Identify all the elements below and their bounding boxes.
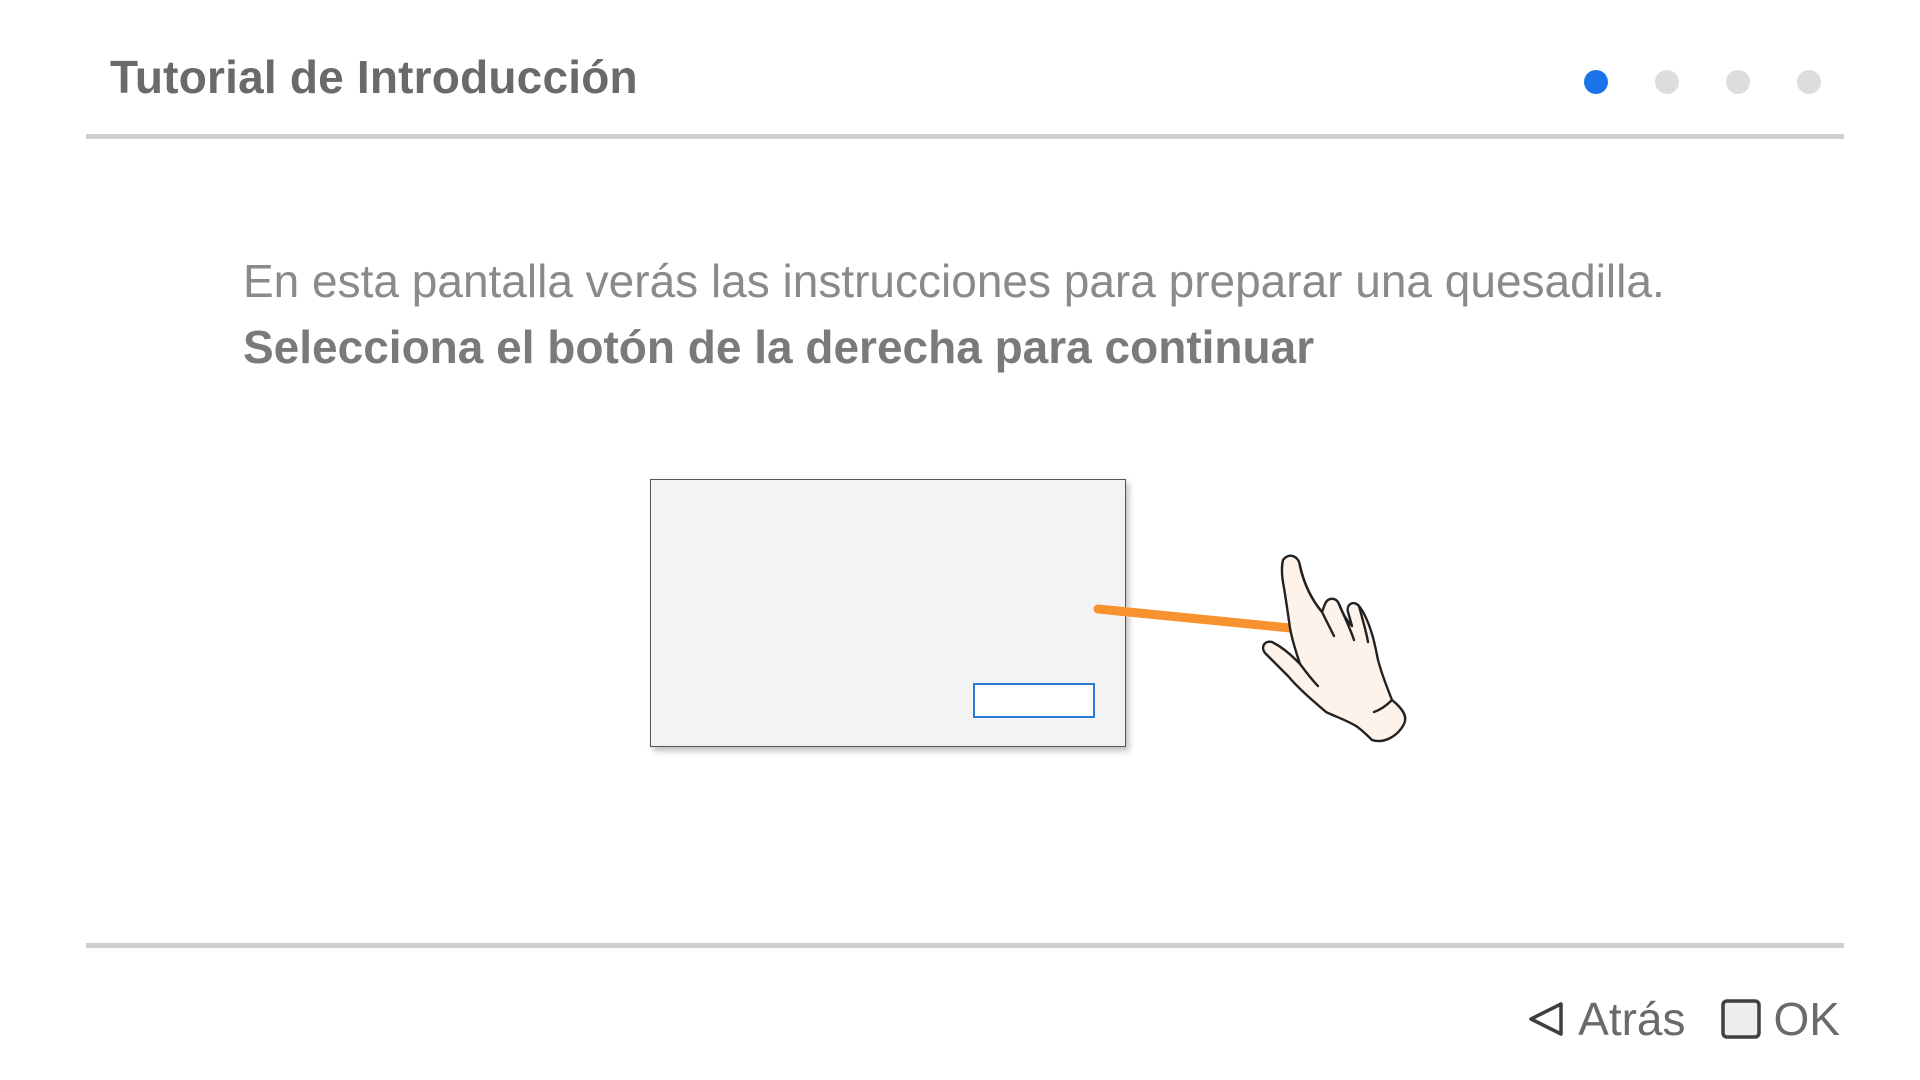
back-button[interactable]: Atrás <box>1526 992 1686 1046</box>
header-divider <box>86 134 1844 139</box>
step-indicator <box>1584 70 1821 94</box>
page-title: Tutorial de Introducción <box>110 51 638 103</box>
step-dot-3 <box>1726 70 1750 94</box>
footer-controls: Atrás OK <box>1526 992 1840 1046</box>
illustration-screen <box>650 479 1126 747</box>
instruction-emphasis: Selecciona el botón de la derecha para c… <box>243 321 1315 373</box>
instruction-text: En esta pantalla verás las instrucciones… <box>243 255 1665 307</box>
ok-button[interactable]: OK <box>1720 992 1840 1046</box>
step-dot-1 <box>1584 70 1608 94</box>
hand-pointer-icon <box>1261 554 1407 743</box>
ok-button-label: OK <box>1773 993 1840 1045</box>
instructions: En esta pantalla verás las instrucciones… <box>243 248 1743 380</box>
tutorial-page: Tutorial de Introducción En esta pantall… <box>0 0 1920 1080</box>
pointer-line <box>1093 604 1305 634</box>
illustration-highlighted-button <box>973 683 1095 718</box>
triangle-left-icon <box>1529 1002 1563 1036</box>
square-icon <box>1720 999 1761 1039</box>
step-dot-2 <box>1655 70 1679 94</box>
footer-divider <box>86 943 1844 948</box>
step-dot-4 <box>1797 70 1821 94</box>
back-button-label: Atrás <box>1578 993 1686 1045</box>
